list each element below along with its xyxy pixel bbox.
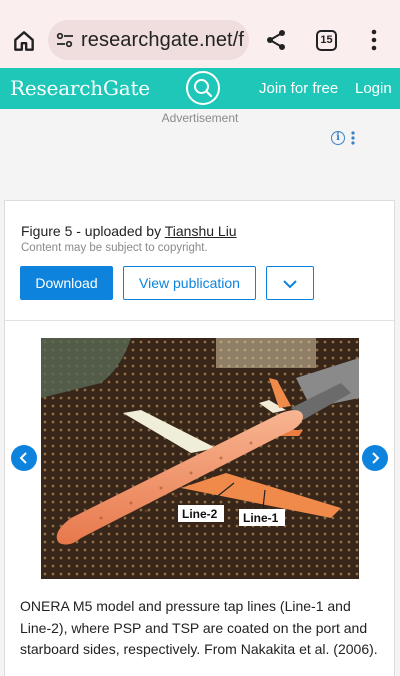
- browser-toolbar: researchgate.net/f 15: [0, 14, 400, 68]
- address-bar[interactable]: researchgate.net/f: [48, 20, 249, 60]
- previous-figure-button[interactable]: [11, 445, 37, 471]
- search-icon: [194, 79, 213, 98]
- figure-image[interactable]: Line-2 Line-1: [41, 338, 359, 579]
- figure-title: Figure 5 - uploaded by Tianshu Liu: [21, 223, 237, 239]
- site-header: ResearchGate Join for free Login: [0, 68, 400, 109]
- chevron-right-icon: [372, 452, 380, 464]
- login-link[interactable]: Login: [355, 80, 392, 97]
- home-icon[interactable]: [11, 28, 37, 54]
- divider: [5, 320, 394, 321]
- ad-options-icon[interactable]: [351, 131, 355, 145]
- copyright-notice: Content may be subject to copyright.: [21, 242, 208, 254]
- researchgate-logo[interactable]: ResearchGate: [10, 76, 150, 100]
- chevron-down-icon: [283, 280, 297, 289]
- join-link[interactable]: Join for free: [259, 80, 338, 97]
- more-options-button[interactable]: [266, 266, 314, 300]
- download-button[interactable]: Download: [20, 266, 113, 300]
- ad-info-icon[interactable]: i: [331, 131, 345, 145]
- line-2-label: Line-2: [182, 507, 218, 521]
- figure-card: Figure 5 - uploaded by Tianshu Liu Conte…: [4, 200, 395, 676]
- search-button[interactable]: [186, 71, 220, 105]
- status-bar: [0, 0, 400, 14]
- author-link[interactable]: Tianshu Liu: [165, 223, 237, 239]
- view-publication-button[interactable]: View publication: [123, 266, 256, 300]
- chevron-left-icon: [19, 452, 27, 464]
- tune-icon[interactable]: [56, 31, 74, 49]
- share-icon[interactable]: [264, 28, 288, 52]
- tab-switcher-button[interactable]: 15: [316, 30, 337, 51]
- more-vert-icon[interactable]: [366, 28, 382, 52]
- next-figure-button[interactable]: [362, 445, 388, 471]
- url-text: researchgate.net/f: [81, 29, 245, 51]
- figure-title-prefix: Figure 5 - uploaded by: [21, 223, 165, 239]
- advertisement-label: Advertisement: [161, 111, 239, 125]
- line-1-label: Line-1: [243, 511, 279, 525]
- figure-caption: ONERA M5 model and pressure tap lines (L…: [20, 598, 378, 657]
